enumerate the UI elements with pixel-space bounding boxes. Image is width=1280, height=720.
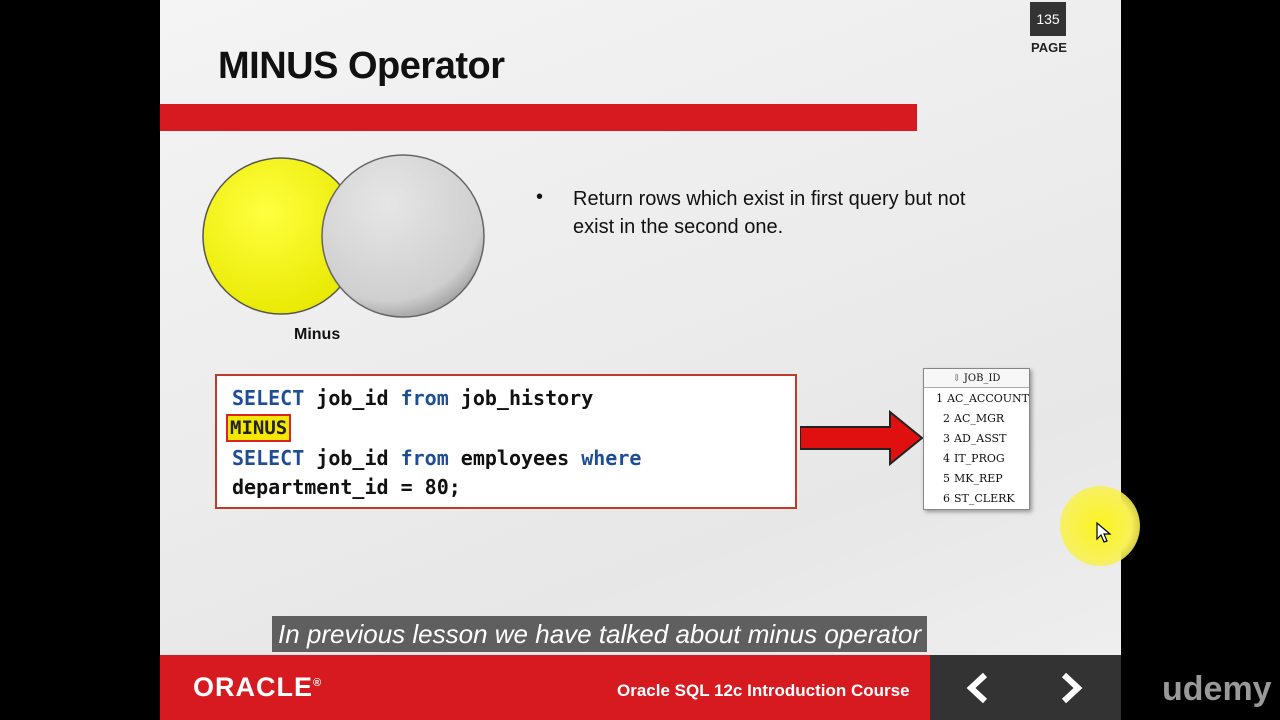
- course-title: Oracle SQL 12c Introduction Course: [617, 681, 910, 700]
- table-row: 1 AC_ACCOUNT: [936, 391, 1029, 405]
- slide-title: MINUS Operator: [218, 45, 505, 87]
- code-line-3: SELECT job_id from employees where: [232, 446, 642, 470]
- prev-slide-button[interactable]: [960, 670, 996, 706]
- venn-label: Minus: [294, 326, 341, 343]
- code-line-4: department_id = 80;: [232, 475, 461, 499]
- query-result-grid: ⇕ JOB_ID 1 AC_ACCOUNT 2 AC_MGR 3 AD_ASST 4I…: [923, 368, 1030, 510]
- chevron-right-icon: [1061, 672, 1083, 704]
- slide: 135 PAGE MINUS Operator Minus • Return r…: [160, 0, 1121, 720]
- table-row: 6 ST_CLERK: [943, 491, 1015, 505]
- table-row: 5 MK_REP: [943, 471, 1003, 485]
- code-line-1: SELECT job_id from job_history: [232, 386, 594, 410]
- minus-keyword-highlight: MINUS: [226, 414, 292, 442]
- oracle-logo: ORACLE®: [193, 672, 323, 702]
- sql-code-box: SELECT job_id from job_history MINUS SEL…: [215, 374, 797, 509]
- table-row: 3 AD_ASST: [943, 431, 1007, 445]
- table-row: 4 IT_PROG: [943, 451, 1005, 465]
- udemy-watermark: udemy: [1162, 670, 1272, 708]
- venn-circle-second: [321, 154, 485, 318]
- sort-icon: ⇕: [952, 372, 961, 384]
- bullet-marker: •: [536, 186, 544, 208]
- page-number: 135: [1030, 2, 1066, 36]
- video-caption: In previous lesson we have talked about …: [272, 616, 928, 652]
- title-underline-band: [160, 104, 917, 131]
- chevron-left-icon: [966, 672, 988, 704]
- venn-diagram: [202, 154, 485, 318]
- table-row: 2 AC_MGR: [943, 411, 1005, 425]
- next-slide-button[interactable]: [1053, 670, 1089, 706]
- nav-panel: [930, 655, 1121, 720]
- mouse-cursor-icon: [1096, 522, 1112, 543]
- bullet-text: Return rows which exist in first query b…: [573, 188, 966, 238]
- result-arrow: [800, 410, 924, 466]
- page-label: PAGE: [1031, 40, 1067, 55]
- result-column-header: ⇕ JOB_ID: [924, 369, 1029, 388]
